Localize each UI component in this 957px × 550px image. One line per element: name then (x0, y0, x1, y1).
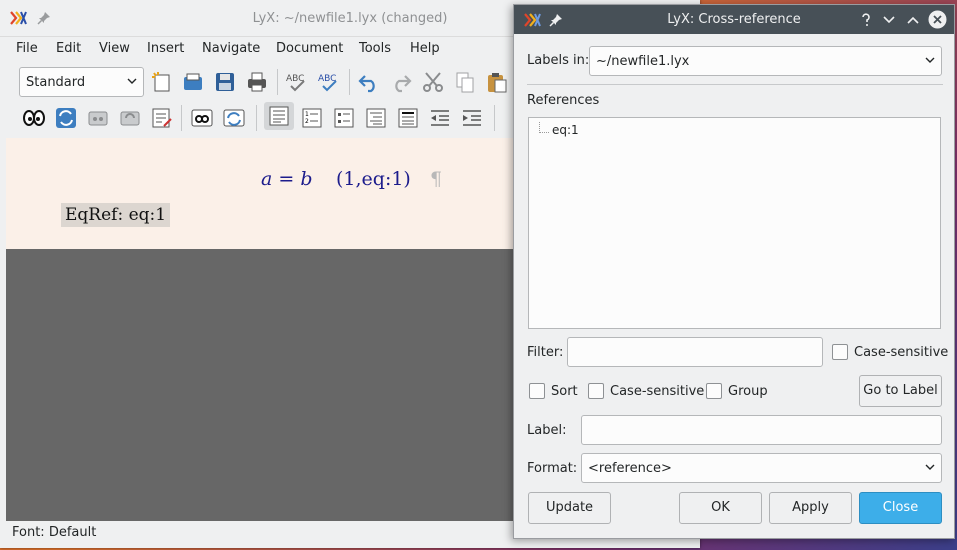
menu-view[interactable]: View (99, 41, 130, 56)
menu-help[interactable]: Help (410, 41, 440, 56)
decrease-depth-icon[interactable] (428, 106, 452, 130)
reference-item-label: eq:1 (552, 123, 579, 137)
equation-operator: = (278, 168, 295, 190)
maximize-icon[interactable] (905, 12, 921, 28)
view-other-formats-icon[interactable] (190, 106, 214, 130)
copy-icon[interactable] (453, 70, 477, 94)
paragraph-mark: ¶ (430, 168, 443, 190)
close-button[interactable]: Close (859, 492, 942, 524)
apply-button[interactable]: Apply (769, 492, 852, 524)
redo-icon[interactable] (389, 70, 413, 94)
svg-text:2: 2 (305, 118, 309, 125)
references-list[interactable]: eq:1 (528, 117, 941, 329)
print-icon[interactable] (245, 70, 269, 94)
undo-icon[interactable] (357, 70, 381, 94)
document-editor[interactable]: a = b (1,eq:1) ¶ EqRef: eq:1 (6, 138, 513, 249)
references-heading: References (527, 93, 600, 108)
view-icon[interactable] (22, 106, 46, 130)
update-view-icon[interactable] (54, 106, 78, 130)
numbered-list-icon[interactable]: 12 (300, 106, 324, 130)
format-select[interactable]: <reference> (581, 453, 942, 483)
tree-branch (539, 122, 549, 133)
label-field-label: Label: (527, 423, 567, 438)
group-checkbox[interactable] (706, 383, 722, 399)
equation-lhs: a (261, 168, 273, 190)
menu-file[interactable]: File (16, 41, 38, 56)
bulleted-list-icon[interactable] (332, 106, 356, 130)
equation-number-label: (1,eq:1) (336, 168, 411, 190)
track-changes-icon[interactable] (150, 106, 174, 130)
sort-checkbox[interactable] (529, 383, 545, 399)
toolbar-separator (494, 105, 495, 131)
eqref-inset[interactable]: EqRef: eq:1 (61, 203, 171, 227)
toolbar-separator (349, 69, 350, 95)
help-icon[interactable] (858, 12, 874, 28)
cut-icon[interactable] (421, 70, 445, 94)
labels-in-label: Labels in: (527, 53, 590, 68)
view-master-icon[interactable] (86, 106, 110, 130)
chevron-down-icon (127, 78, 137, 84)
menu-edit[interactable]: Edit (56, 41, 81, 56)
chevron-down-icon (925, 57, 935, 63)
status-text: Font: Default (12, 525, 97, 540)
menu-tools[interactable]: Tools (359, 41, 391, 56)
menu-navigate[interactable]: Navigate (202, 41, 260, 56)
toolbar-separator (277, 69, 278, 95)
chevron-down-icon (925, 464, 935, 470)
increase-depth-icon[interactable] (460, 106, 484, 130)
toolbar-separator (256, 105, 257, 131)
labels-in-select[interactable]: ~/newfile1.lyx (589, 46, 942, 76)
update-other-formats-icon[interactable] (222, 106, 246, 130)
spellcheck-icon[interactable]: ABC (285, 70, 309, 94)
equation-rhs: b (300, 168, 313, 190)
close-icon[interactable] (928, 10, 947, 29)
sort-label: Sort (551, 384, 578, 399)
align-default-icon[interactable] (264, 102, 294, 130)
minimize-icon[interactable] (881, 12, 897, 28)
filter-input[interactable] (567, 337, 823, 367)
divider (527, 84, 943, 85)
paragraph-style-value: Standard (26, 75, 86, 90)
update-button[interactable]: Update (528, 492, 611, 524)
menu-document[interactable]: Document (276, 41, 343, 56)
menu-insert[interactable]: Insert (147, 41, 184, 56)
workarea-background (6, 249, 513, 521)
update-master-icon[interactable] (118, 106, 142, 130)
svg-text:1: 1 (305, 111, 309, 118)
spellcheck-continuous-icon[interactable]: ABC (317, 70, 341, 94)
format-label: Format: (527, 461, 578, 476)
toolbar-separator (181, 105, 182, 131)
label-input[interactable] (581, 415, 942, 445)
new-document-icon[interactable] (150, 70, 174, 94)
description-list-icon[interactable] (364, 106, 388, 130)
go-to-label-button[interactable]: Go to Label (859, 375, 942, 407)
cross-reference-dialog: LyX: Cross-reference Labels in: ~/newfil… (513, 4, 955, 539)
open-document-icon[interactable] (181, 70, 205, 94)
save-icon[interactable] (213, 70, 237, 94)
reference-item[interactable]: eq:1 (529, 118, 940, 138)
labels-in-value: ~/newfile1.lyx (596, 54, 690, 69)
filter-case-sensitive-checkbox[interactable] (832, 344, 848, 360)
case-sensitive-checkbox[interactable] (588, 383, 604, 399)
paragraph-style-select[interactable]: Standard (19, 67, 144, 97)
paste-icon[interactable] (485, 70, 509, 94)
ok-button[interactable]: OK (679, 492, 762, 524)
display-equation[interactable]: a = b (261, 168, 313, 190)
format-value: <reference> (588, 461, 672, 476)
section-icon[interactable] (396, 106, 420, 130)
filter-label: Filter: (527, 345, 564, 360)
filter-case-sensitive-label: Case-sensitive (854, 345, 949, 360)
case-sensitive-label: Case-sensitive (610, 384, 705, 399)
dialog-titlebar: LyX: Cross-reference (514, 5, 954, 34)
group-label: Group (728, 384, 768, 399)
